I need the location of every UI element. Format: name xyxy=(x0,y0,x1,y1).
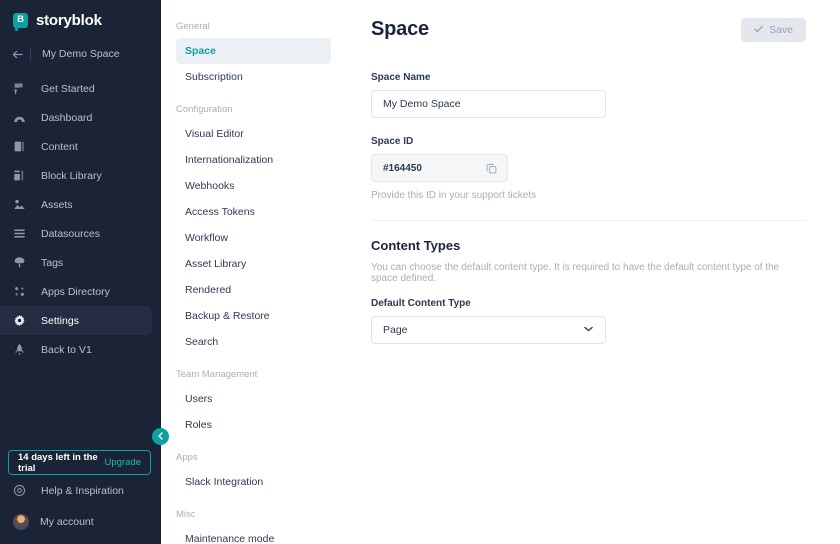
sidebar-item-label: Tags xyxy=(41,256,64,269)
gauge-icon xyxy=(13,110,30,126)
sidebar-item-label: My account xyxy=(40,515,94,528)
settings-nav-item-slack-integration[interactable]: Slack Integration xyxy=(176,469,331,495)
settings-nav-group-label: Apps xyxy=(176,452,198,463)
sidebar-item-label: Dashboard xyxy=(41,111,93,124)
sidebar-item-label: Apps Directory xyxy=(41,285,110,298)
storyblok-logo-icon: B xyxy=(13,12,28,31)
space-id-label: Space ID xyxy=(371,136,414,147)
settings-nav-item-maintenance-mode[interactable]: Maintenance mode xyxy=(176,526,331,544)
settings-nav-item-access-tokens[interactable]: Access Tokens xyxy=(176,199,331,225)
space-name-input[interactable] xyxy=(371,90,606,118)
sidebar-item-content[interactable]: Content xyxy=(0,132,152,161)
blocks-icon xyxy=(13,168,30,184)
lifebuoy-icon xyxy=(13,483,30,499)
page-header: Space Save xyxy=(371,18,806,42)
settings-nav-group-label: Team Management xyxy=(176,369,258,380)
settings-nav-item-subscription[interactable]: Subscription xyxy=(176,64,331,90)
image-icon xyxy=(13,197,30,213)
tag-icon xyxy=(13,255,30,271)
settings-nav-item-roles[interactable]: Roles xyxy=(176,412,331,438)
sidebar-item-my-account[interactable]: My account xyxy=(0,506,161,537)
settings-nav-item-search[interactable]: Search xyxy=(176,329,331,355)
section-divider xyxy=(371,220,806,221)
sidebar-item-label: Datasources xyxy=(41,227,100,240)
app-root: B storyblok My Demo Space Get Started Da… xyxy=(0,0,840,544)
trial-banner[interactable]: 14 days left in the trial Upgrade xyxy=(8,450,151,475)
space-id-input: #164450 xyxy=(371,154,508,182)
upgrade-link[interactable]: Upgrade xyxy=(105,457,141,468)
settings-nav-group-label: Misc xyxy=(176,509,196,520)
rocket-icon xyxy=(13,342,30,358)
copy-icon[interactable] xyxy=(486,163,497,174)
chevron-left-icon xyxy=(158,431,163,442)
settings-nav-group-label: Configuration xyxy=(176,104,233,115)
content-types-description: You can choose the default content type.… xyxy=(371,262,780,284)
default-content-type-select[interactable]: Page xyxy=(371,316,606,344)
sidebar-bottom-section: 14 days left in the trial Upgrade Help &… xyxy=(0,450,161,544)
space-name-field: Space Name xyxy=(371,72,806,118)
sidebar-item-label: Help & Inspiration xyxy=(41,484,124,497)
settings-nav-item-internationalization[interactable]: Internationalization xyxy=(176,147,331,173)
space-switcher-label: My Demo Space xyxy=(42,48,120,60)
sidebar-item-label: Back to V1 xyxy=(41,343,92,356)
settings-nav-item-asset-library[interactable]: Asset Library xyxy=(176,251,331,277)
sidebar-item-back-to-v1[interactable]: Back to V1 xyxy=(0,335,152,364)
sidebar-item-settings[interactable]: Settings xyxy=(0,306,152,335)
brand-name: storyblok xyxy=(36,11,102,29)
check-icon xyxy=(754,25,763,35)
space-switcher[interactable]: My Demo Space xyxy=(0,41,161,67)
list-icon xyxy=(13,226,30,242)
sidebar-item-tags[interactable]: Tags xyxy=(0,248,152,277)
brand-logo[interactable]: B storyblok xyxy=(0,0,161,31)
sidebar-item-label: Block Library xyxy=(41,169,102,182)
settings-nav-item-workflow[interactable]: Workflow xyxy=(176,225,331,251)
settings-nav-item-users[interactable]: Users xyxy=(176,386,331,412)
sidebar-item-get-started[interactable]: Get Started xyxy=(0,74,152,103)
primary-nav: Get Started Dashboard Content Block Libr… xyxy=(0,74,161,364)
avatar xyxy=(13,513,29,530)
settings-nav-item-visual-editor[interactable]: Visual Editor xyxy=(176,121,331,147)
settings-nav-item-webhooks[interactable]: Webhooks xyxy=(176,173,331,199)
default-content-type-label: Default Content Type xyxy=(371,298,471,309)
gear-icon xyxy=(13,313,30,329)
grid-dots-icon xyxy=(13,284,30,300)
chevron-down-icon xyxy=(584,326,593,334)
space-id-help: Provide this ID in your support tickets xyxy=(371,190,537,201)
settings-nav-item-space[interactable]: Space xyxy=(176,38,331,64)
sidebar-item-label: Assets xyxy=(41,198,73,211)
sidebar-item-apps-directory[interactable]: Apps Directory xyxy=(0,277,152,306)
content-types-title: Content Types xyxy=(371,238,461,253)
divider xyxy=(30,47,31,61)
settings-nav-group-label: General xyxy=(176,21,210,32)
sidebar-item-label: Content xyxy=(41,140,78,153)
default-content-type-value: Page xyxy=(383,324,408,336)
main-sidebar: B storyblok My Demo Space Get Started Da… xyxy=(0,0,169,544)
arrow-left-icon[interactable] xyxy=(12,50,30,59)
sidebar-item-datasources[interactable]: Datasources xyxy=(0,219,152,248)
sidebar-item-help[interactable]: Help & Inspiration xyxy=(0,475,161,506)
sidebar-item-label: Settings xyxy=(41,314,79,327)
trial-text: 14 days left in the trial xyxy=(18,451,98,474)
rocket-flag-icon xyxy=(13,81,30,97)
settings-nav: General Space Subscription Configuration… xyxy=(161,0,345,544)
sidebar-item-dashboard[interactable]: Dashboard xyxy=(0,103,152,132)
save-button-label: Save xyxy=(769,24,793,36)
logo-letter: B xyxy=(17,14,24,26)
page-title: Space xyxy=(371,18,429,40)
space-name-label: Space Name xyxy=(371,72,431,83)
book-icon xyxy=(13,139,30,155)
save-button[interactable]: Save xyxy=(741,18,806,42)
sidebar-collapse-button[interactable] xyxy=(152,428,169,445)
sidebar-item-block-library[interactable]: Block Library xyxy=(0,161,152,190)
sidebar-item-assets[interactable]: Assets xyxy=(0,190,152,219)
space-id-value: #164450 xyxy=(383,162,422,174)
settings-nav-item-rendered[interactable]: Rendered xyxy=(176,277,331,303)
space-id-field: Space ID #164450 Provide this ID in your… xyxy=(371,136,806,201)
sidebar-item-label: Get Started xyxy=(41,82,95,95)
default-content-type-field: Default Content Type Page xyxy=(371,298,806,344)
settings-nav-item-backup-restore[interactable]: Backup & Restore xyxy=(176,303,331,329)
main-content: Space Save Space Name Space ID #164450 xyxy=(345,0,840,544)
